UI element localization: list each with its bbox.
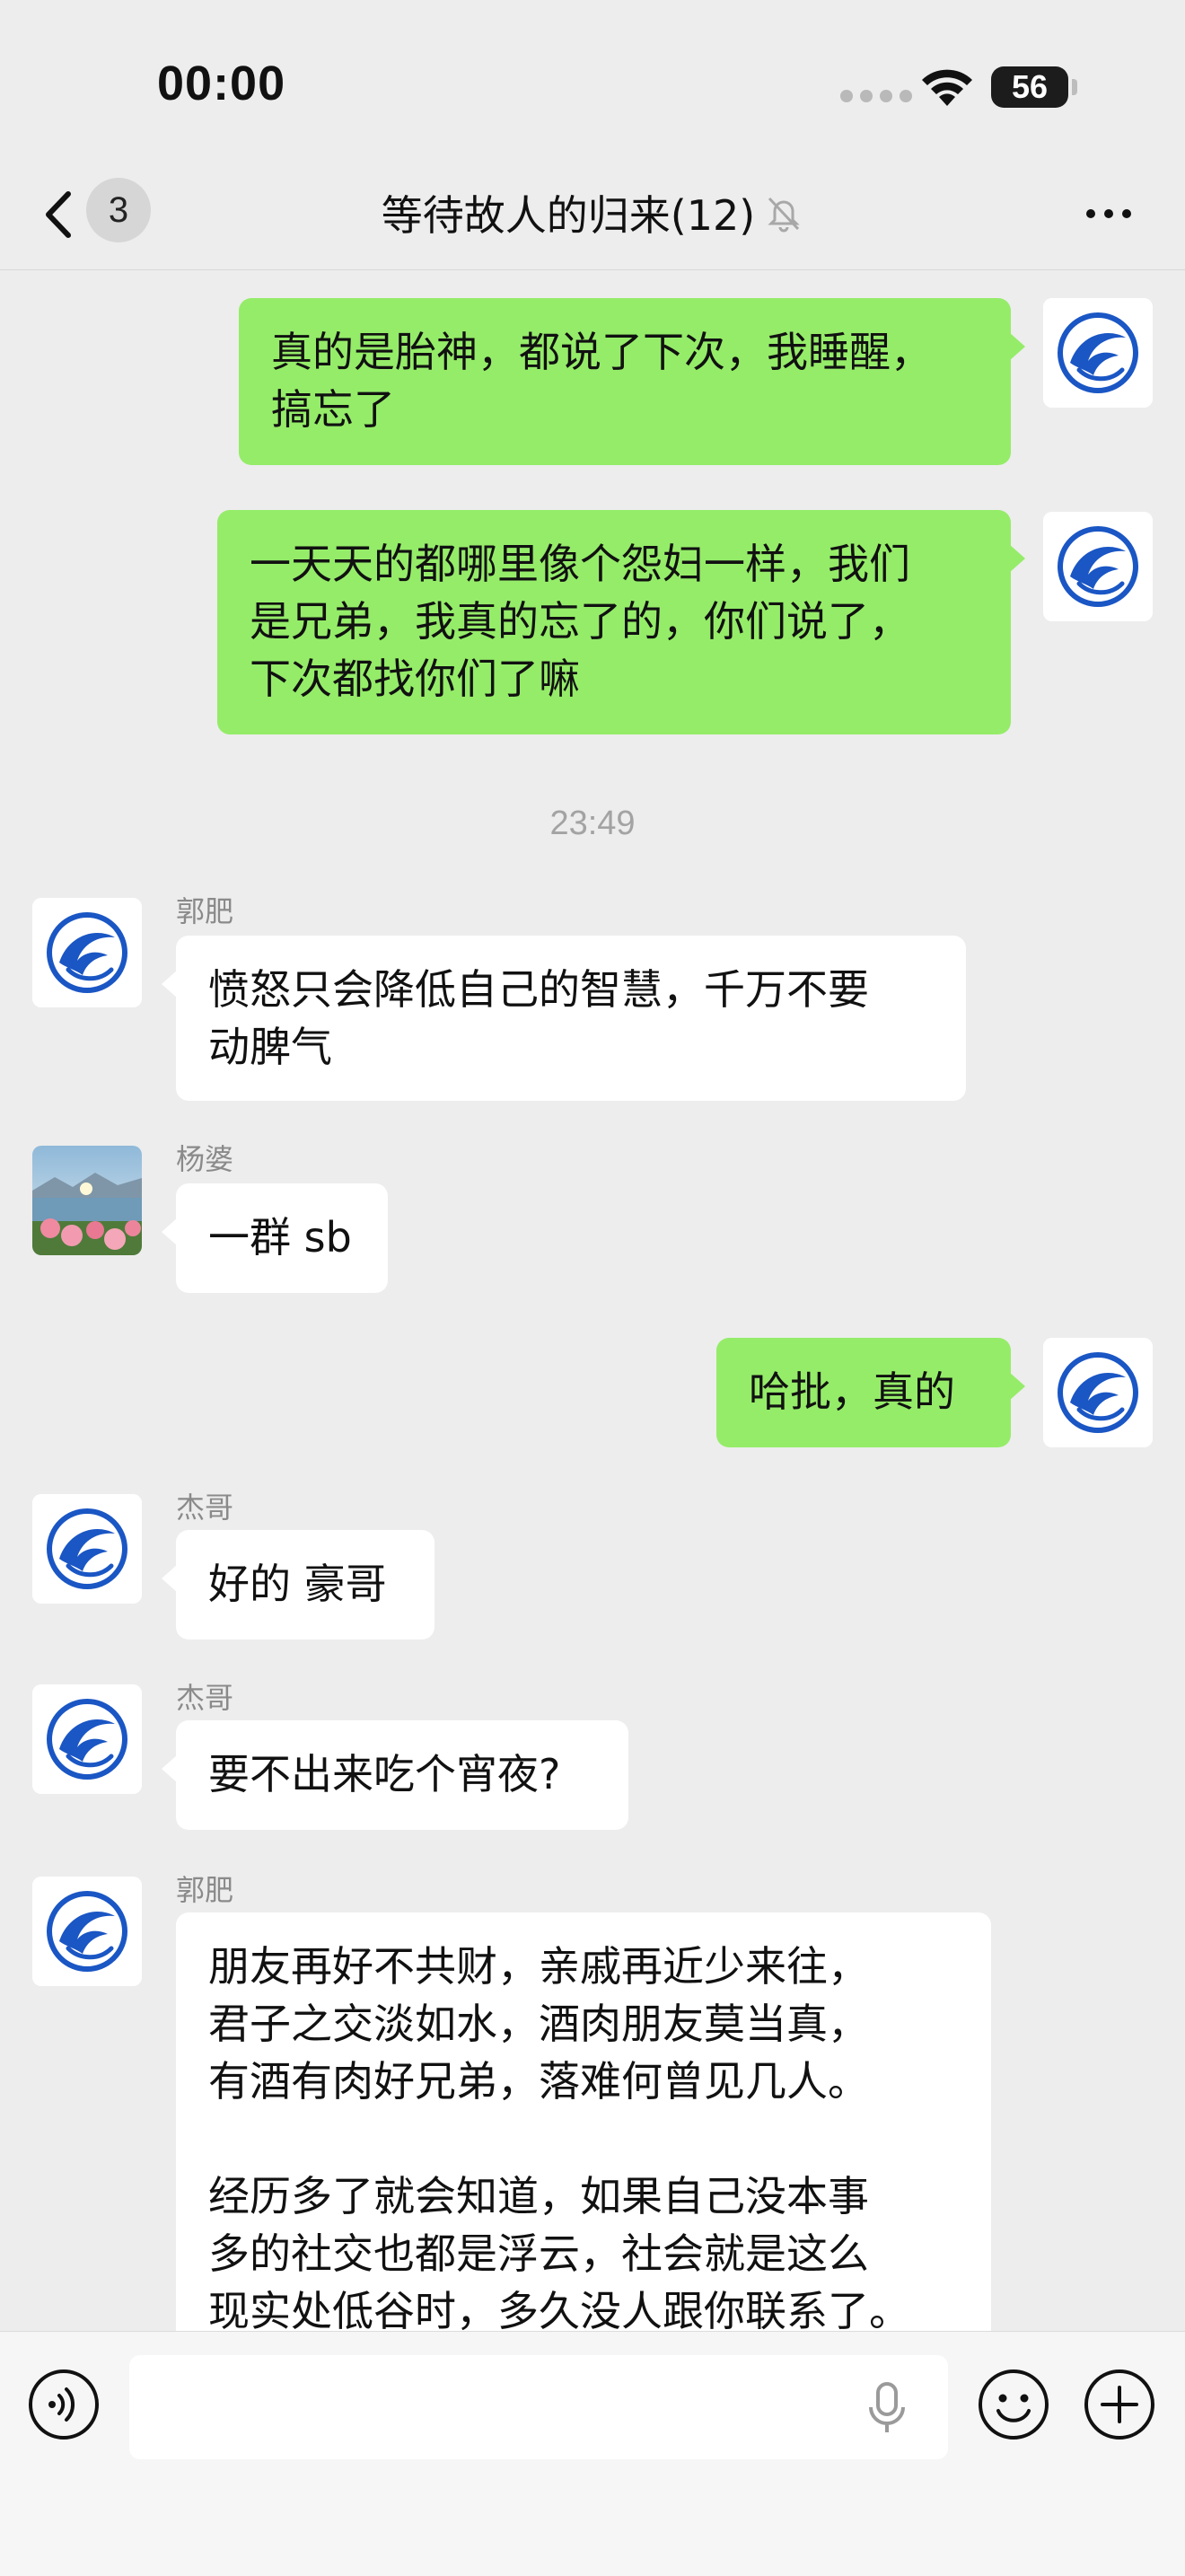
sender-name: 郭肥 [176,894,234,928]
logo-icon [32,1877,142,1986]
chevron-left-icon[interactable] [32,183,86,246]
sender-name: 郭肥 [176,1873,234,1907]
status-bar: 00:00 56 [0,0,1185,162]
avatar[interactable] [32,1877,142,1986]
logo-icon [32,1494,142,1604]
message-bubble-theirs[interactable]: 朋友再好不共财，亲戚再近少来往， 君子之交淡如水，酒肉朋友莫当真， 有酒有肉好兄… [176,1912,991,2379]
battery-indicator: 56 [991,66,1068,108]
microphone-icon[interactable] [862,2380,912,2436]
more-dots-icon[interactable] [1077,187,1140,241]
avatar[interactable] [1043,512,1153,621]
chat-title: 等待故人的归来(12) [381,191,756,240]
plus-circle-icon[interactable] [1083,2368,1156,2441]
avatar[interactable] [1043,298,1153,408]
message-bubble-mine[interactable]: 真的是胎神，都说了下次，我睡醒， 搞忘了 [239,298,1025,465]
logo-icon [1043,512,1153,621]
logo-icon [1043,298,1153,408]
bell-slash-icon [768,197,800,233]
input-bar [0,2331,1185,2576]
wifi-icon [922,69,972,106]
logo-icon [32,898,142,1007]
message-bubble-theirs[interactable]: 好的 豪哥 [162,1530,434,1640]
logo-icon [1043,1338,1153,1447]
logo-icon [32,1684,142,1794]
unread-count-badge[interactable]: 3 [86,178,151,242]
emoji-icon[interactable] [977,2368,1050,2441]
battery-tip [1072,79,1077,95]
sender-name: 杰哥 [176,1490,234,1525]
message-bubble-theirs[interactable]: 一群 sb [162,1183,388,1293]
message-input[interactable] [129,2355,948,2459]
sender-name: 杨婆 [176,1142,234,1176]
avatar[interactable] [32,1684,142,1794]
chat-header: 3 等待故人的归来(12) [0,162,1185,270]
time-divider: 23:49 [549,804,636,842]
avatar[interactable] [32,898,142,1007]
signal-icon [840,90,912,102]
chat-title-group[interactable]: 等待故人的归来(12) [180,181,1005,244]
avatar[interactable] [32,1146,142,1255]
message-bubble-mine[interactable]: 一天天的都哪里像个怨妇一样，我们 是兄弟，我真的忘了的，你们说了， 下次都找你们… [217,510,1025,734]
avatar[interactable] [32,1494,142,1604]
landscape-avatar-icon [32,1146,142,1255]
message-bubble-mine[interactable]: 哈批，真的 [716,1338,1025,1447]
sender-name: 杰哥 [176,1681,234,1715]
avatar[interactable] [1043,1338,1153,1447]
voice-icon[interactable] [27,2368,101,2441]
status-time: 00:00 [157,57,286,110]
message-bubble-theirs[interactable]: 要不出来吃个宵夜? [162,1720,628,1830]
message-bubble-theirs[interactable]: 愤怒只会降低自己的智慧，千万不要 动脾气 [162,936,966,1101]
